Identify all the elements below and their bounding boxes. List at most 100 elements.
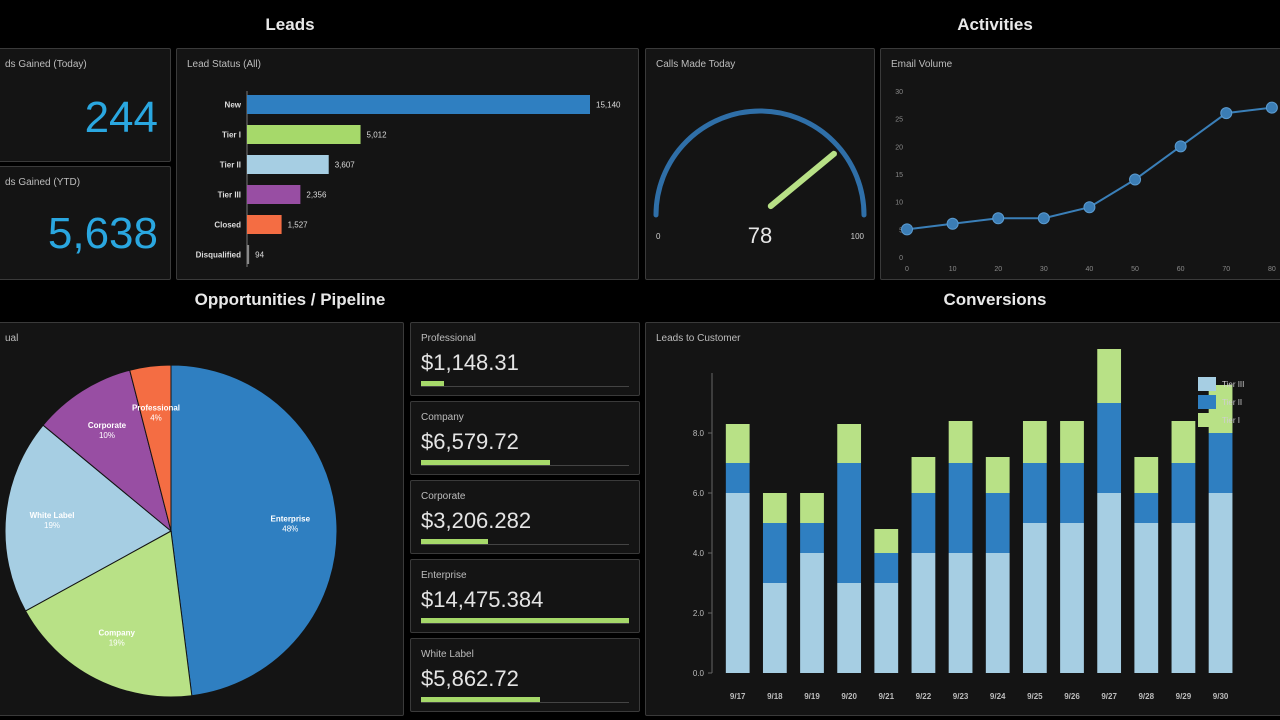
lead-status-bar — [247, 185, 301, 204]
conversions-bar-segment — [800, 493, 824, 523]
opportunity-progress-track — [421, 539, 629, 545]
conversions-bar-segment — [948, 463, 973, 553]
email-data-point — [901, 223, 913, 236]
conversions-bar-segment — [911, 493, 936, 553]
email-x-tick-label: 20 — [994, 266, 1002, 273]
opportunity-value: $5,862.72 — [421, 666, 519, 691]
conversions-x-tick-label: 9/18 — [767, 692, 783, 701]
lead-status-bar — [247, 155, 329, 174]
conversions-y-tick-label: 4.0 — [693, 549, 705, 558]
lead-status-bar — [247, 245, 250, 264]
lead-status-bar — [247, 95, 590, 114]
pie-slice-label: Company — [99, 628, 136, 637]
conversions-legend-label: Tier II — [1222, 398, 1242, 407]
lead-status-category-label: Tier II — [220, 161, 241, 170]
pipeline-pie-panel[interactable]: ual Enterprise 48% Company 19% White Label 19… — [0, 322, 404, 716]
email-y-tick-label: 0 — [899, 255, 903, 262]
email-data-point — [1265, 101, 1278, 114]
opportunity-progress-fill — [421, 697, 540, 702]
conversions-bar-segment — [1060, 421, 1084, 463]
conversions-x-tick-label: 9/24 — [990, 692, 1006, 701]
conversions-bar-segment — [762, 583, 787, 673]
opportunity-progress-fill — [421, 381, 444, 386]
opportunity-progress-track — [421, 381, 629, 387]
email-x-tick-label: 0 — [905, 266, 909, 273]
pie-slice — [170, 364, 338, 697]
lead-status-bar — [247, 125, 361, 144]
leads-today-title: ds Gained (Today) — [5, 59, 87, 70]
lead-status-value-label: 15,140 — [596, 101, 621, 110]
leads-today-panel[interactable]: ds Gained (Today) 244 — [0, 48, 171, 162]
opportunity-value: $1,148.31 — [421, 350, 519, 375]
conversions-x-tick-label: 9/19 — [804, 692, 820, 701]
conversions-bar-segment — [985, 457, 1010, 493]
conversions-bar-segment — [911, 553, 936, 673]
lead-status-value-label: 3,607 — [335, 161, 356, 170]
gauge-min-label: 0 — [656, 232, 661, 241]
opportunity-progress-track — [421, 697, 629, 703]
opportunity-progress-track — [421, 460, 629, 466]
pie-slice-percent: 4% — [150, 413, 162, 422]
email-y-tick-label: 10 — [895, 200, 903, 207]
opportunity-card[interactable]: Company $6,579.72 — [410, 401, 640, 475]
leads-section-title: Leads — [265, 15, 315, 34]
email-x-tick-label: 80 — [1268, 266, 1276, 273]
pie-slice-percent: 10% — [99, 431, 115, 440]
conversions-bar-segment — [874, 529, 899, 553]
lead-status-category-label: Tier III — [218, 191, 241, 200]
opportunity-progress-fill — [421, 460, 550, 465]
conversions-bar-segment — [1171, 421, 1196, 463]
leads-ytd-title: ds Gained (YTD) — [5, 177, 81, 188]
email-y-tick-label: 15 — [895, 172, 903, 179]
conversions-panel[interactable]: Leads to Customer 0.0 2.0 4.0 6.0 8.0 9/17 9/1… — [645, 322, 1280, 716]
pie-slice-percent: 19% — [44, 521, 60, 530]
email-y-tick-label: 25 — [895, 117, 903, 124]
conversions-bar-segment — [800, 553, 824, 673]
conversions-bar-segment — [911, 457, 936, 493]
conversions-bar-segment — [725, 463, 750, 493]
lead-status-panel[interactable]: Lead Status (All) New 15,140 Tier I 5,012 Ti… — [176, 48, 639, 280]
opportunity-card[interactable]: Enterprise $14,475.384 — [410, 559, 640, 633]
conversions-bar-segment — [762, 493, 787, 523]
conversions-bar-segment — [837, 463, 862, 583]
email-data-point — [1083, 201, 1096, 214]
leads-ytd-value: 5,638 — [47, 209, 158, 258]
leads-ytd-panel[interactable]: ds Gained (YTD) 5,638 — [0, 166, 171, 280]
email-x-tick-label: 60 — [1177, 266, 1185, 273]
conversions-x-tick-label: 9/27 — [1101, 692, 1117, 701]
gauge-max-label: 100 — [851, 232, 865, 241]
lead-status-value-label: 1,527 — [288, 221, 309, 230]
conversions-x-tick-label: 9/29 — [1176, 692, 1192, 701]
conversions-stacked-bar-chart: 0.0 2.0 4.0 6.0 8.0 9/17 9/18 9/19 9/20 9/21 9/22 9… — [693, 349, 1244, 701]
opportunity-card[interactable]: Professional $1,148.31 — [410, 322, 640, 396]
conversions-bar-segment — [1097, 349, 1122, 403]
conversions-bar-segment — [948, 553, 973, 673]
conversions-bar-segment — [948, 421, 973, 463]
email-x-tick-label: 40 — [1086, 266, 1094, 273]
opportunities-section-title: Opportunities / Pipeline — [194, 290, 386, 309]
conversions-y-tick-label: 0.0 — [693, 669, 705, 678]
conversions-x-tick-label: 9/23 — [953, 692, 969, 701]
conversions-bar-segment — [1134, 457, 1159, 493]
conversions-bar-segment — [725, 424, 750, 463]
conversions-x-tick-label: 9/25 — [1027, 692, 1043, 701]
opportunity-progress-fill — [421, 539, 488, 544]
email-data-point — [1174, 140, 1187, 153]
opportunity-progress-track — [421, 618, 629, 624]
opportunity-progress-fill — [421, 618, 629, 623]
opportunity-label: Corporate — [421, 491, 466, 502]
email-y-tick-label: 20 — [895, 144, 903, 151]
conversions-bar-segment — [1022, 463, 1047, 523]
pie-slice-label: Corporate — [88, 421, 127, 430]
conversions-bar-segment — [874, 553, 899, 583]
conversions-x-tick-label: 9/20 — [841, 692, 857, 701]
calls-gauge: 78 0 100 — [653, 108, 867, 248]
pie-slice-label: Enterprise — [270, 514, 310, 523]
conversions-y-tick-label: 6.0 — [693, 489, 705, 498]
opportunity-card[interactable]: Corporate $3,206.282 — [410, 480, 640, 554]
calls-panel[interactable]: Calls Made Today 78 0 100 — [645, 48, 875, 280]
opportunity-card[interactable]: White Label $5,862.72 — [410, 638, 640, 712]
email-data-point — [1129, 173, 1142, 186]
email-panel[interactable]: Email Volume 0 5 10 15 20 25 30 0 10 20 30 40 50 60 70… — [880, 48, 1280, 280]
conversions-x-tick-label: 9/22 — [916, 692, 932, 701]
